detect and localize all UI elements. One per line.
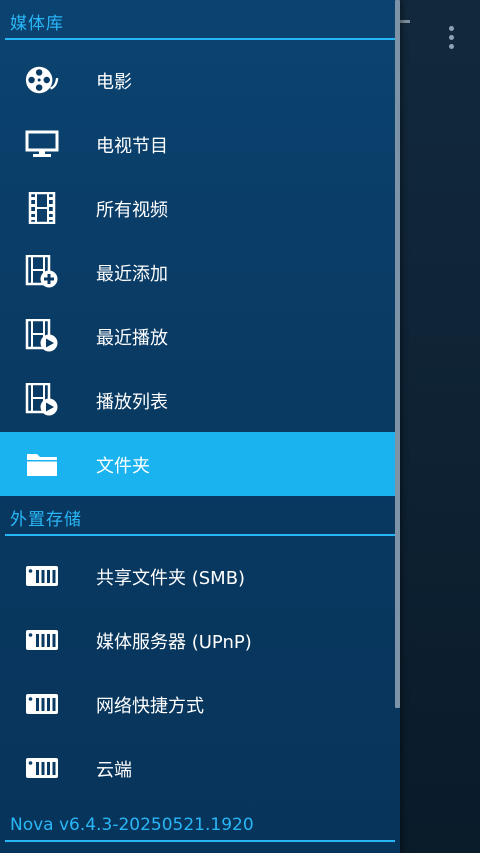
drawer-item-label: 播放列表: [96, 392, 168, 413]
more-options-icon[interactable]: [440, 22, 462, 52]
nas-icon: [24, 686, 60, 722]
section-title: 媒体库: [10, 14, 64, 34]
footer-divider: [5, 840, 395, 842]
playlist-icon: [24, 382, 60, 418]
folder-icon: [24, 446, 60, 482]
background-divider: [400, 20, 410, 23]
drawer-item-label: 所有视频: [96, 200, 168, 221]
section-header-library: 媒体库: [0, 0, 395, 40]
version-label: Nova v6.4.3-20250521.1920: [10, 815, 254, 835]
drawer-item-network-shortcuts[interactable]: 网络快捷方式: [0, 672, 395, 736]
drawer-item-label: 共享文件夹 (SMB): [96, 568, 246, 589]
drawer-item-label: 电影: [96, 72, 132, 93]
drawer-item-label: 电视节目: [96, 136, 168, 157]
drawer-item-all-videos[interactable]: 所有视频: [0, 176, 395, 240]
film-play-icon: [24, 318, 60, 354]
nas-icon: [24, 558, 60, 594]
section-header-external-storage: 外置存储: [0, 496, 395, 536]
nas-icon: [24, 750, 60, 786]
drawer-item-label: 最近添加: [96, 264, 168, 285]
section-title: 外置存储: [10, 510, 82, 530]
navigation-drawer: 媒体库 电影 电视节目 所有视频 最近添加 最近播放 播放列表 文件夹 外置存储…: [0, 0, 400, 853]
section-divider: [5, 534, 395, 536]
drawer-item-recently-added[interactable]: 最近添加: [0, 240, 395, 304]
film-strip-icon: [24, 190, 60, 226]
drawer-scrollbar[interactable]: [395, 0, 400, 708]
drawer-item-label: 文件夹: [96, 456, 150, 477]
drawer-item-playlists[interactable]: 播放列表: [0, 368, 395, 432]
drawer-item-recently-played[interactable]: 最近播放: [0, 304, 395, 368]
drawer-item-label: 媒体服务器 (UPnP): [96, 632, 252, 653]
tv-icon: [24, 126, 60, 162]
drawer-item-label: 云端: [96, 760, 132, 781]
drawer-item-label: 网络快捷方式: [96, 696, 204, 717]
nas-icon: [24, 622, 60, 658]
drawer-item-upnp[interactable]: 媒体服务器 (UPnP): [0, 608, 395, 672]
drawer-item-label: 最近播放: [96, 328, 168, 349]
film-add-icon: [24, 254, 60, 290]
drawer-item-cloud[interactable]: 云端: [0, 736, 395, 800]
drawer-item-tv-shows[interactable]: 电视节目: [0, 112, 395, 176]
version-footer: Nova v6.4.3-20250521.1920: [0, 806, 395, 842]
drawer-item-smb[interactable]: 共享文件夹 (SMB): [0, 544, 395, 608]
film-reel-icon: [24, 62, 60, 98]
drawer-item-movies[interactable]: 电影: [0, 48, 395, 112]
drawer-item-folders[interactable]: 文件夹: [0, 432, 395, 496]
section-divider: [5, 38, 395, 40]
